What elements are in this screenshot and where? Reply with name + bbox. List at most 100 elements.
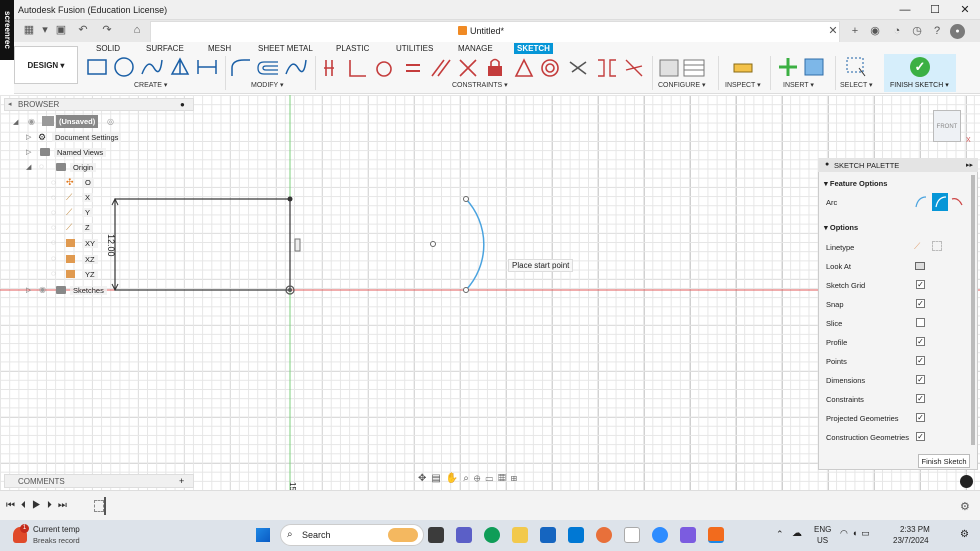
edge-icon[interactable] [484,527,500,543]
battery-icon[interactable]: ▭ [861,528,874,538]
eye-off-icon[interactable]: ◌ [39,162,44,171]
panel-toggle-icon[interactable]: ● [180,100,185,109]
task-view-icon[interactable] [428,527,444,543]
tab-manage[interactable]: MANAGE [455,43,496,54]
browser-item-z[interactable]: Z [82,221,93,234]
zoom-app-icon[interactable] [652,527,668,543]
redo-icon[interactable]: ↷ [100,24,114,37]
start-icon[interactable] [256,528,270,542]
amazon-icon[interactable] [624,527,640,543]
profile-checkbox[interactable]: ✓ [916,337,925,346]
eye-icon[interactable]: ◉ [39,285,46,294]
linetype-centerline-icon[interactable] [932,241,942,251]
file-explorer-icon[interactable] [512,527,528,543]
tab-sketch[interactable]: SKETCH [514,43,553,54]
slice-checkbox[interactable] [916,318,925,327]
select-menu[interactable]: SELECT ▾ [840,81,873,89]
add-comment-icon[interactable]: + [179,476,184,486]
eye-off-icon[interactable]: ◌ [51,193,56,202]
doc-close-icon[interactable]: ✕ [826,25,840,38]
browser-item-x[interactable]: X [82,191,94,204]
inspect-menu[interactable]: INSPECT ▾ [725,81,761,89]
go-start-icon[interactable]: ⏮ [6,500,21,511]
feature-options-heading[interactable]: ▾ Feature Options [824,179,887,188]
sketch-grid-checkbox[interactable]: ✓ [916,280,925,289]
new-tab-icon[interactable]: + [848,25,862,38]
zoom-window-icon[interactable]: ⊕ [474,473,486,484]
chat-icon[interactable] [960,475,973,488]
view-cube[interactable]: FRONT [933,110,961,142]
step-back-icon[interactable]: ⏴ [21,500,32,511]
close-button[interactable]: ✕ [950,2,980,18]
extensions-icon[interactable]: ◉ [868,25,882,38]
tab-sheet-metal[interactable]: SHEET METAL [255,43,316,54]
eye-off-icon[interactable]: ◌ [51,238,56,247]
lookat-icon[interactable] [915,262,925,270]
timeline-settings-icon[interactable]: ⚙ [960,500,970,513]
palette-toggle-icon[interactable]: ● [825,161,829,168]
select-icon[interactable] [845,56,869,80]
tab-mesh[interactable]: MESH [205,43,234,54]
display-settings-icon[interactable]: ▭ [485,473,498,484]
dimensions-checkbox[interactable]: ✓ [916,375,925,384]
browser-item-xz[interactable]: XZ [82,253,98,266]
create-menu[interactable]: CREATE ▾ [134,81,167,89]
expand-icon[interactable]: ▷ [26,133,31,141]
browser-item-origin[interactable]: Origin [70,161,97,174]
store-icon[interactable] [568,527,584,543]
mail-icon[interactable] [540,527,556,543]
browser-item-sketches[interactable]: Sketches [70,284,107,297]
system-tray[interactable]: ◠◖▭ [840,528,874,539]
tab-plastic[interactable]: PLASTIC [333,43,372,54]
tray-cloud-icon[interactable]: ☁ [792,528,802,539]
eye-off-icon[interactable]: ◌ [51,254,56,263]
expand-icon[interactable]: ◢ [13,118,18,126]
checkmark-icon[interactable]: ✓ [910,57,930,77]
volume-icon[interactable]: ◖ [852,528,861,538]
clock-time[interactable]: 2:33 PM [900,525,930,534]
measure-icon[interactable] [732,56,754,80]
points-checkbox[interactable]: ✓ [916,356,925,365]
browser-root[interactable]: (Unsaved) [56,115,99,128]
browser-item-origin-o[interactable]: O [82,176,94,189]
eye-off-icon[interactable]: ◌ [51,208,56,217]
collapse-icon[interactable]: ◢ [26,163,31,171]
expand-icon[interactable]: ▷ [26,286,31,294]
fusion-app-icon[interactable] [708,527,724,543]
pan-icon[interactable]: ✋ [446,473,463,484]
constraints-menu[interactable]: CONSTRAINTS ▾ [452,81,508,89]
eye-off-icon[interactable]: ◌ [51,269,56,278]
expand-icon[interactable]: ▷ [26,148,31,156]
look-icon[interactable]: ▤ [431,473,445,484]
linetype-construction-icon[interactable]: ⟋ [914,241,920,252]
dimension-label[interactable]: 12.00 [106,234,116,257]
firefox-icon[interactable] [596,527,612,543]
avatar[interactable]: ● [950,24,965,39]
collapse-icon[interactable]: ◂ [8,100,12,108]
play-icon[interactable]: ▶ [32,500,47,511]
configure-menu[interactable]: CONFIGURE ▾ [658,81,705,89]
tab-solid[interactable]: SOLID [93,43,123,54]
tab-utilities[interactable]: UTILITIES [393,43,436,54]
activate-icon[interactable]: ◎ [107,117,114,126]
home-icon[interactable]: ⌂ [130,24,144,37]
eye-off-icon[interactable]: ◌ [51,178,56,187]
help-icon[interactable]: ? [930,25,944,38]
timeline-sketch-item[interactable] [94,500,104,512]
teams-icon[interactable] [456,527,472,543]
minimize-button[interactable]: — [890,2,920,18]
browser-item-y[interactable]: Y [82,206,94,219]
tray-overflow-icon[interactable]: ⌃ [776,529,784,540]
projected-geometries-checkbox[interactable]: ✓ [916,413,925,422]
save-icon[interactable]: ▣ [54,24,68,37]
viewports-icon[interactable]: ⊞ [511,473,522,484]
workspace-switcher[interactable]: DESIGN ▾ [14,46,78,84]
modify-menu[interactable]: MODIFY ▾ [251,81,284,89]
undo-icon[interactable]: ↶ [76,24,90,37]
clock-date[interactable]: 23/7/2024 [893,536,929,545]
region-label[interactable]: US [817,536,828,545]
insert-menu[interactable]: INSERT ▾ [783,81,814,89]
browser-item-document-settings[interactable]: Document Settings [52,131,122,144]
maximize-button[interactable]: ☐ [920,2,950,18]
finish-sketch-menu[interactable]: FINISH SKETCH ▾ [890,81,949,89]
